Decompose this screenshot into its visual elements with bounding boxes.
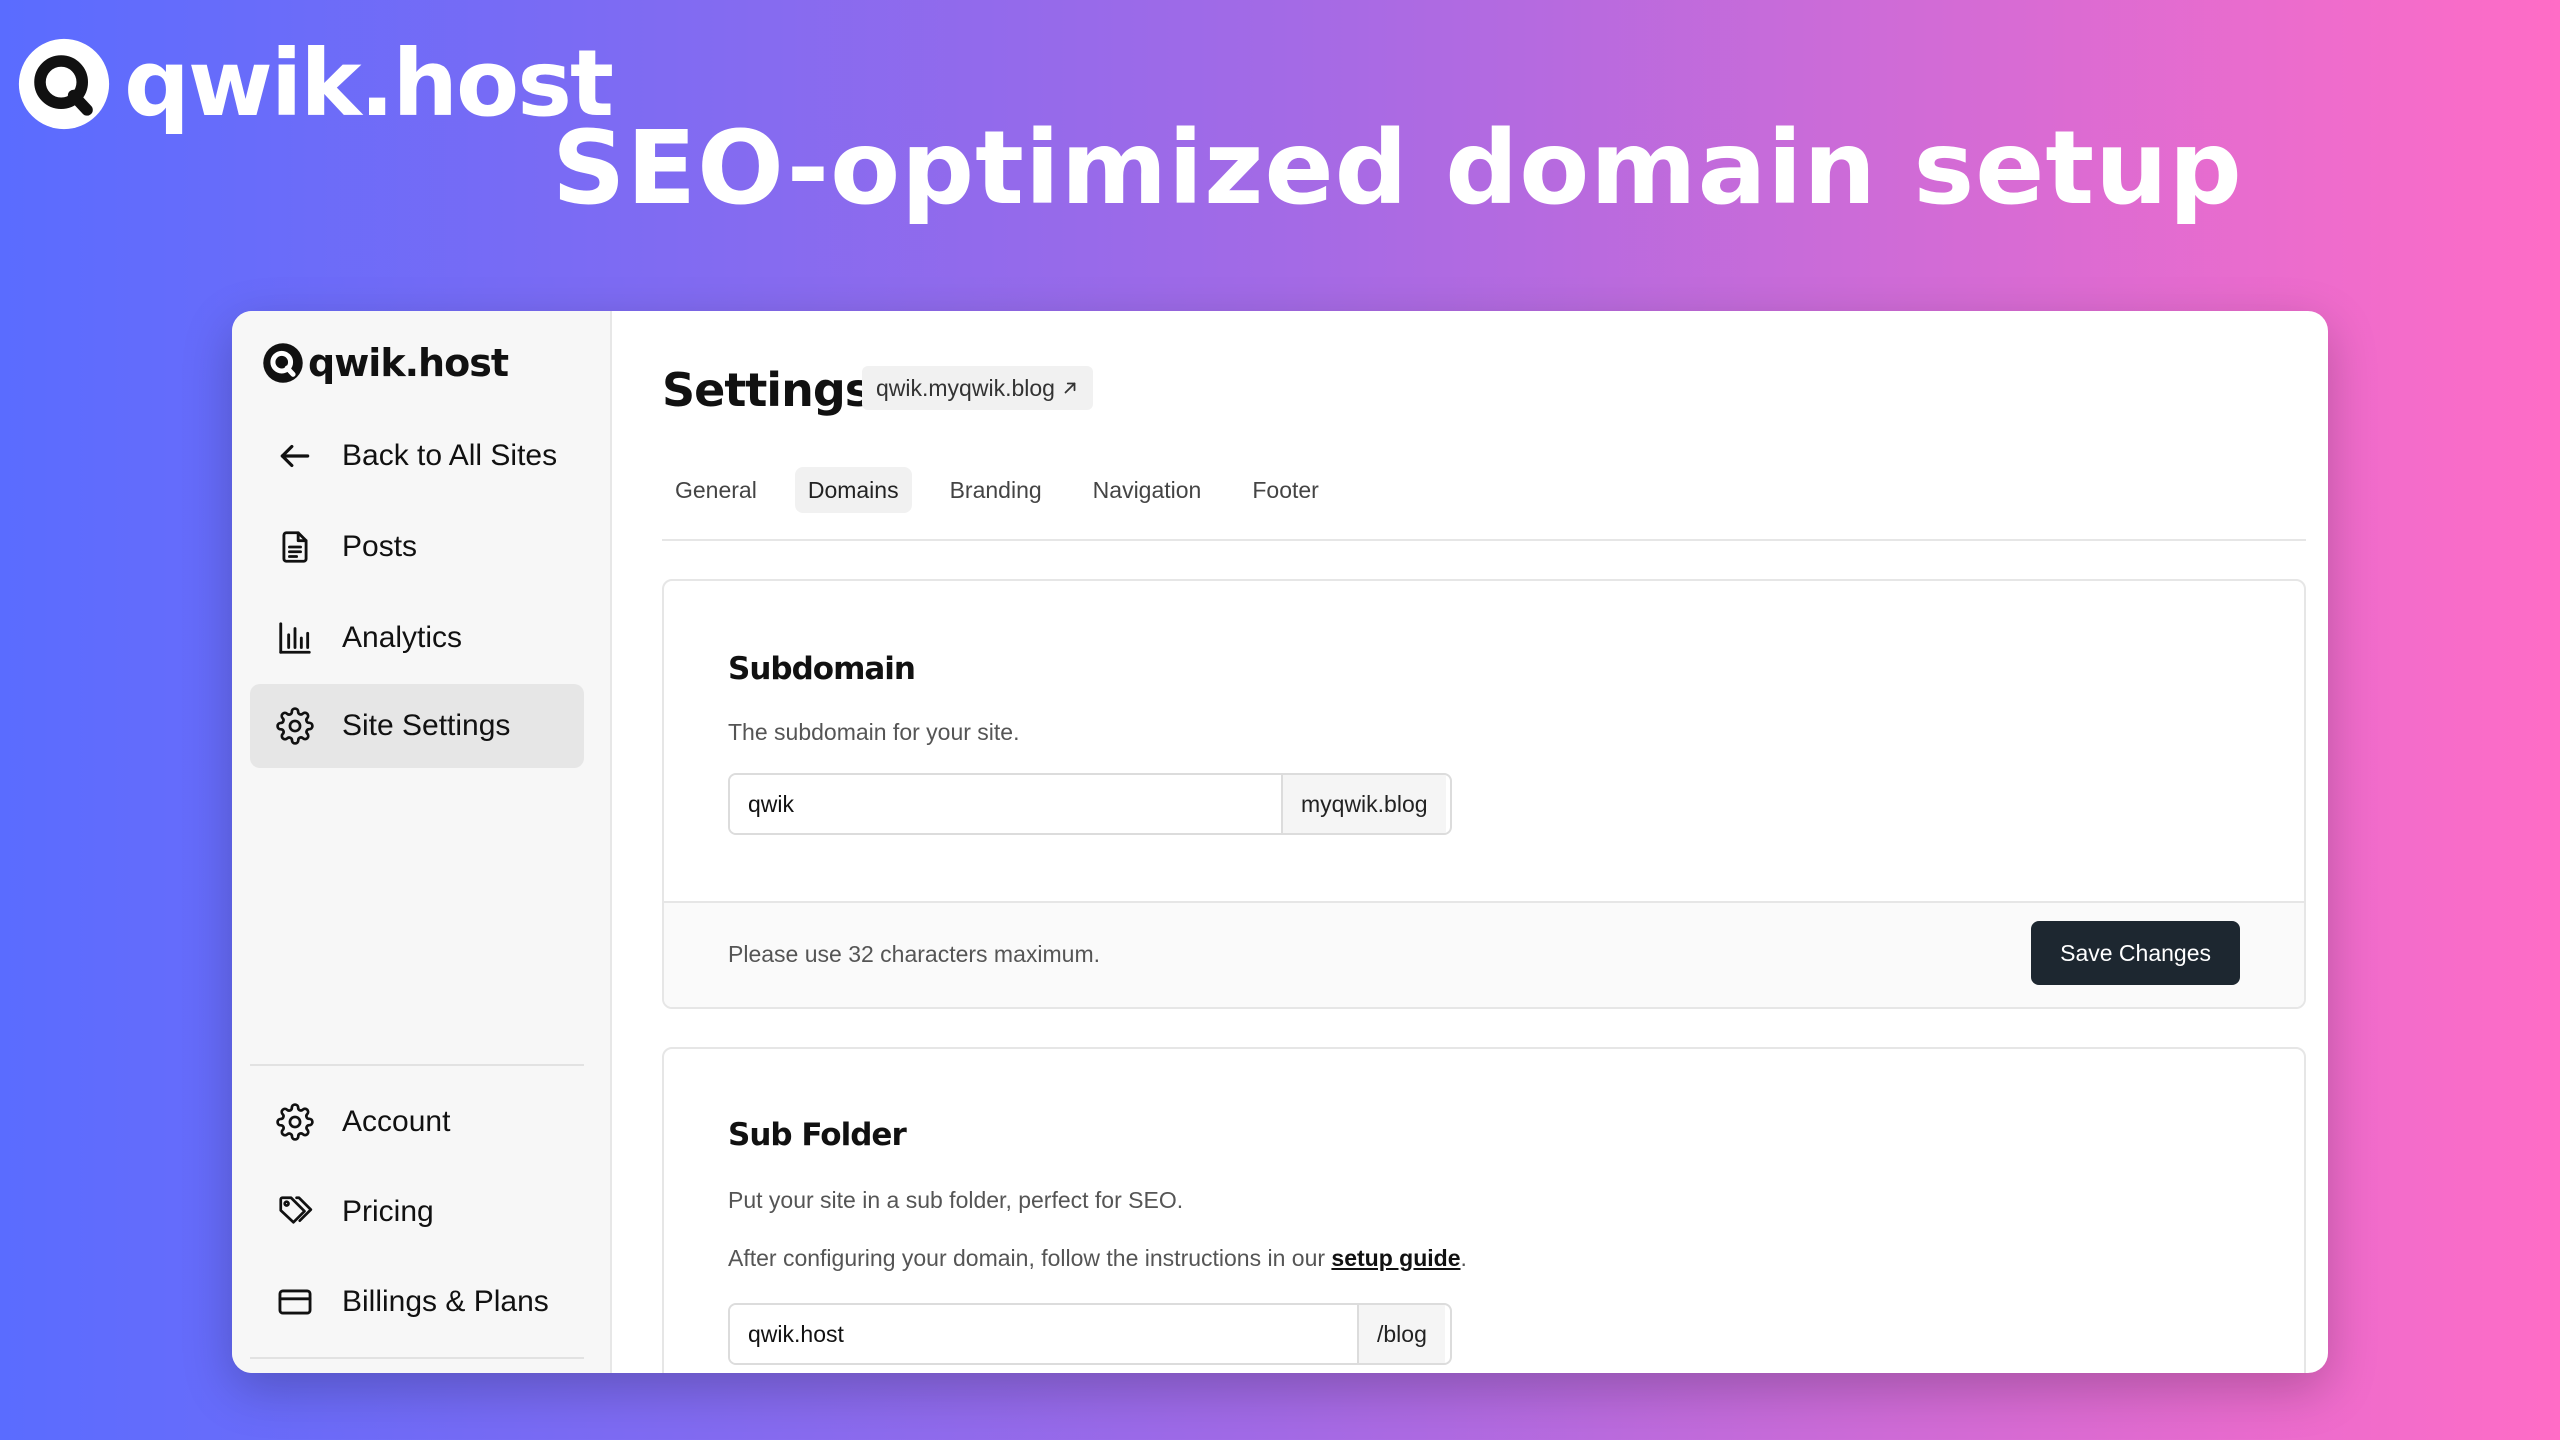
subfolder-card: Sub Folder Put your site in a sub folder…	[662, 1047, 2306, 1373]
sidebar-item-billings-plans[interactable]: Billings & Plans	[250, 1260, 584, 1344]
tabs-divider	[662, 539, 2306, 541]
tab-general[interactable]: General	[662, 467, 770, 513]
sidebar-logo[interactable]: qwik.host	[262, 341, 509, 385]
subfolder-title: Sub Folder	[728, 1117, 907, 1153]
credit-card-icon	[278, 1289, 312, 1315]
sidebar-item-label: Billings & Plans	[342, 1285, 549, 1318]
sidebar-item-posts[interactable]: Posts	[250, 505, 584, 589]
app-window: qwik.host Back to All Sites Posts Analyt…	[232, 311, 2328, 1373]
subfolder-suffix: /blog	[1357, 1305, 1445, 1363]
tags-icon	[279, 1196, 313, 1224]
sidebar-item-pricing[interactable]: Pricing	[250, 1170, 584, 1254]
sidebar: qwik.host Back to All Sites Posts Analyt…	[232, 311, 612, 1373]
sidebar-item-label: Pricing	[342, 1195, 434, 1228]
sidebar-item-label: Analytics	[342, 621, 463, 654]
brand-name: qwik.host	[124, 30, 614, 137]
gear-icon	[276, 1103, 314, 1141]
qwik-logo-icon	[18, 38, 110, 130]
subfolder-input-group: /blog	[728, 1303, 1452, 1365]
subfolder-input[interactable]	[730, 1305, 1357, 1363]
bar-chart-icon	[279, 622, 311, 654]
external-link-icon	[1064, 382, 1076, 394]
gear-icon	[276, 707, 314, 745]
sidebar-item-label: Site Settings	[342, 709, 511, 742]
setup-guide-link[interactable]: setup guide	[1331, 1245, 1460, 1271]
sidebar-item-analytics[interactable]: Analytics	[250, 596, 584, 680]
subdomain-input-group: myqwik.blog	[728, 773, 1452, 835]
settings-tabs: General Domains Branding Navigation Foot…	[662, 467, 1357, 513]
subdomain-title: Subdomain	[728, 651, 916, 687]
sidebar-item-label: Posts	[342, 530, 418, 563]
sidebar-logo-text: qwik.host	[308, 341, 509, 385]
sidebar-item-site-settings[interactable]: Site Settings	[250, 684, 584, 768]
tab-branding[interactable]: Branding	[937, 467, 1055, 513]
tab-navigation[interactable]: Navigation	[1080, 467, 1215, 513]
tab-domains[interactable]: Domains	[794, 467, 912, 513]
sidebar-divider	[250, 1357, 584, 1359]
subdomain-input[interactable]	[730, 775, 1281, 833]
page-title: Settings	[662, 363, 872, 417]
subdomain-card: Subdomain The subdomain for your site. m…	[662, 579, 2306, 1009]
subfolder-guide-text: After configuring your domain, follow th…	[728, 1245, 1467, 1272]
site-link-label: qwik.myqwik.blog	[876, 374, 1055, 401]
sidebar-item-label: Back to All Sites	[342, 439, 558, 472]
sidebar-item-back-to-all-sites[interactable]: Back to All Sites	[250, 414, 584, 498]
subdomain-card-footer: Please use 32 characters maximum. Save C…	[664, 901, 2304, 1007]
subdomain-footer-note: Please use 32 characters maximum.	[728, 941, 1100, 967]
subfolder-description: Put your site in a sub folder, perfect f…	[728, 1187, 1184, 1213]
brand-banner: qwik.host	[16, 30, 614, 137]
subdomain-suffix: myqwik.blog	[1281, 775, 1446, 833]
main-content: Settings qwik.myqwik.blog General Domain…	[612, 311, 2328, 1373]
sidebar-item-label: Account	[342, 1105, 451, 1138]
save-changes-button[interactable]: Save Changes	[2031, 921, 2240, 985]
subdomain-description: The subdomain for your site.	[728, 719, 1020, 745]
sidebar-divider	[250, 1064, 584, 1066]
guide-prefix: After configuring your domain, follow th…	[728, 1245, 1332, 1271]
tab-footer[interactable]: Footer	[1239, 467, 1331, 513]
guide-suffix: .	[1460, 1245, 1467, 1271]
page-headline: SEO-optimized domain setup	[552, 109, 2243, 228]
qwik-logo-icon	[263, 343, 303, 383]
document-icon	[282, 531, 308, 563]
sidebar-item-account[interactable]: Account	[250, 1080, 584, 1164]
arrow-left-icon	[280, 444, 310, 468]
site-link-chip[interactable]: qwik.myqwik.blog	[862, 366, 1093, 410]
